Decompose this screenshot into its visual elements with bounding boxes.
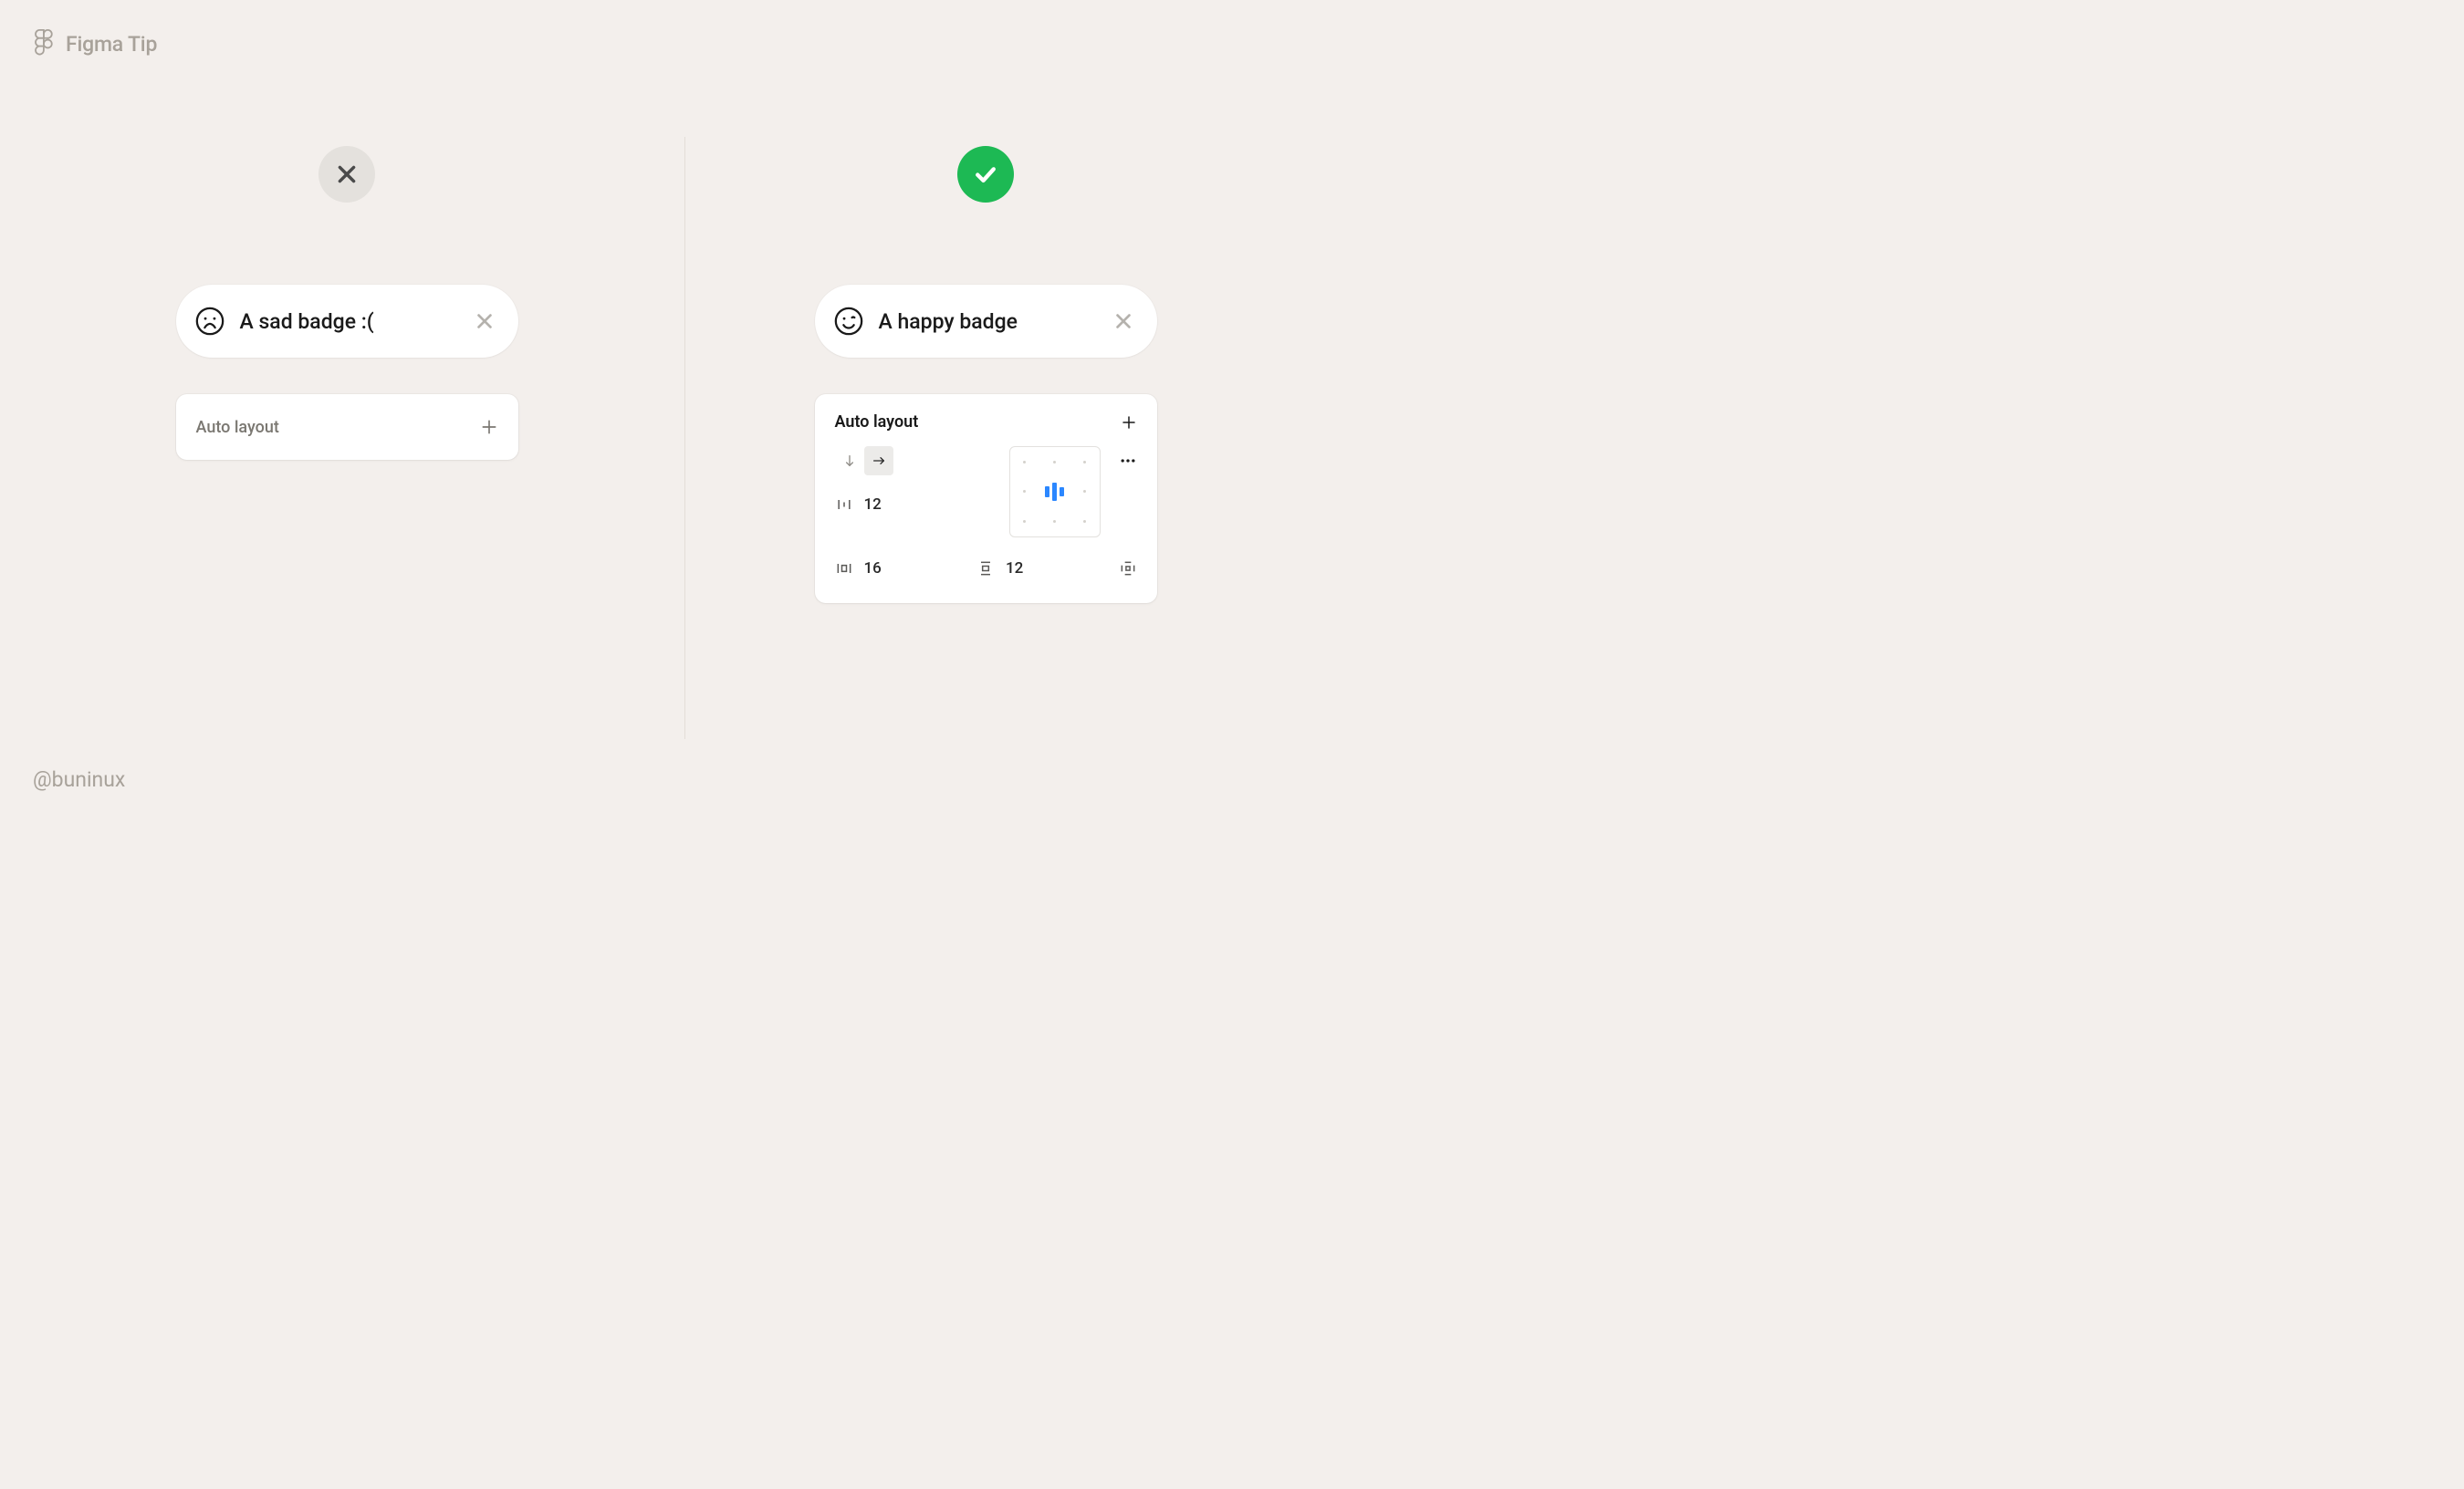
happy-face-icon xyxy=(833,306,864,337)
vertical-padding-input[interactable]: 12 xyxy=(976,554,1023,583)
vertical-direction-button[interactable] xyxy=(835,446,864,475)
check-icon xyxy=(972,161,999,188)
close-icon[interactable] xyxy=(1113,311,1135,331)
auto-layout-panel-expanded: Auto layout xyxy=(815,394,1157,603)
independent-padding-button[interactable] xyxy=(1119,559,1137,578)
sad-face-icon xyxy=(194,306,225,337)
x-icon xyxy=(335,162,359,186)
panel-title: Auto layout xyxy=(196,418,279,437)
sad-badge-label: A sad badge :( xyxy=(240,309,460,334)
footer-credit: @buninux xyxy=(33,767,125,792)
more-options-button[interactable] xyxy=(1119,446,1137,475)
horizontal-direction-button[interactable] xyxy=(864,446,893,475)
horizontal-padding-value: 16 xyxy=(864,559,882,578)
happy-badge: A happy badge xyxy=(815,285,1157,358)
bad-status-badge xyxy=(318,146,375,203)
item-spacing-value: 12 xyxy=(864,495,882,514)
header: Figma Tip xyxy=(33,29,157,58)
vertical-divider xyxy=(684,137,685,739)
alignment-grid[interactable] xyxy=(1009,446,1101,537)
happy-badge-label: A happy badge xyxy=(879,309,1099,334)
item-spacing-icon xyxy=(835,495,853,514)
figma-logo-icon xyxy=(33,29,53,58)
horizontal-padding-icon xyxy=(835,559,853,578)
header-title: Figma Tip xyxy=(66,32,157,57)
add-auto-layout-button[interactable] xyxy=(480,418,498,436)
good-status-badge xyxy=(957,146,1014,203)
bad-example-column: A sad badge :( Auto layout xyxy=(155,146,538,460)
good-example-column: A happy badge Auto layout xyxy=(794,146,1177,603)
auto-layout-panel-collapsed: Auto layout xyxy=(176,394,518,460)
direction-toggle xyxy=(835,446,893,475)
add-auto-layout-button[interactable] xyxy=(1121,414,1137,431)
vertical-padding-value: 12 xyxy=(1006,559,1023,578)
close-icon[interactable] xyxy=(475,311,496,331)
item-spacing-input[interactable]: 12 xyxy=(835,490,893,519)
horizontal-padding-input[interactable]: 16 xyxy=(835,554,882,583)
sad-badge: A sad badge :( xyxy=(176,285,518,358)
alignment-center-indicator xyxy=(1045,483,1064,501)
panel-title: Auto layout xyxy=(835,412,919,432)
vertical-padding-icon xyxy=(976,559,995,578)
